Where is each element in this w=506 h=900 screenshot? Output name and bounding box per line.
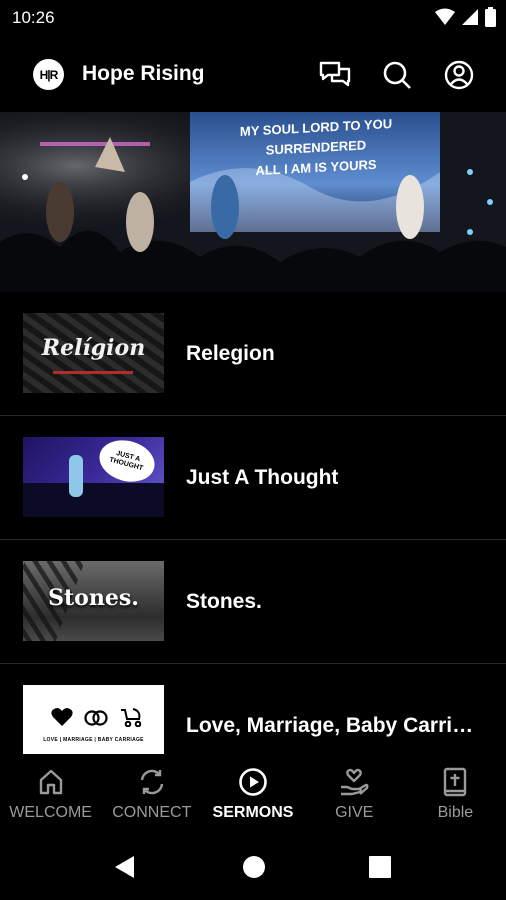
sermon-item[interactable]: Relígion Relegion xyxy=(0,292,506,416)
nav-bible[interactable]: Bible xyxy=(405,754,506,836)
home-icon xyxy=(35,766,67,798)
sermon-title: Love, Marriage, Baby Carri… xyxy=(186,713,474,737)
sermon-title: Relegion xyxy=(186,341,275,365)
app-title: Hope Rising xyxy=(82,62,205,85)
sermon-thumbnail: Stones. xyxy=(23,561,164,641)
rings-icon xyxy=(83,708,109,731)
nav-label: CONNECT xyxy=(112,804,192,821)
sermon-list: Relígion Relegion JUST A THOUGHT Just A … xyxy=(0,292,506,754)
sync-icon xyxy=(136,766,168,798)
nav-label: GIVE xyxy=(335,804,374,821)
app-logo[interactable]: H|R xyxy=(33,59,64,90)
sermon-item[interactable]: JUST A THOUGHT Just A Thought xyxy=(0,416,506,540)
app-bar: H|R Hope Rising xyxy=(0,36,506,112)
status-icons xyxy=(435,7,496,32)
nav-connect[interactable]: CONNECT xyxy=(101,754,202,836)
chat-icon[interactable] xyxy=(318,58,352,92)
hand-heart-icon xyxy=(338,766,370,798)
heart-icon xyxy=(51,707,73,732)
wifi-icon xyxy=(435,8,455,31)
sermon-thumbnail: JUST A THOUGHT xyxy=(23,437,164,517)
nav-welcome[interactable]: WELCOME xyxy=(0,754,101,836)
sermon-title: Just A Thought xyxy=(186,465,339,489)
sermon-thumbnail: Relígion xyxy=(23,313,164,393)
battery-icon xyxy=(485,7,496,32)
sermon-thumbnail-text: LOVE | MARRIAGE | BABY CARRIAGE xyxy=(43,737,144,743)
nav-label: SERMONS xyxy=(212,804,294,821)
account-icon[interactable] xyxy=(442,58,476,92)
home-circle-icon[interactable] xyxy=(242,855,266,884)
baby-carriage-icon xyxy=(119,707,143,732)
sermon-item[interactable]: LOVE | MARRIAGE | BABY CARRIAGE Love, Ma… xyxy=(0,664,506,754)
nav-label: WELCOME xyxy=(9,804,92,821)
sermon-item[interactable]: Stones. Stones. xyxy=(0,540,506,664)
status-bar: 10:26 xyxy=(0,0,506,36)
play-circle-icon xyxy=(237,766,269,798)
hero-lyrics: MY SOUL LORD TO YOU SURRENDERED ALL I AM… xyxy=(200,112,432,184)
bible-icon xyxy=(439,766,471,798)
sermon-thumbnail-text: Stones. xyxy=(48,585,139,611)
sermon-thumbnail-text: Relígion xyxy=(41,335,146,361)
nav-sermons[interactable]: SERMONS xyxy=(202,754,303,836)
sermon-thumbnail: LOVE | MARRIAGE | BABY CARRIAGE xyxy=(23,685,164,754)
signal-icon xyxy=(461,8,479,31)
search-icon[interactable] xyxy=(380,58,414,92)
recents-icon[interactable] xyxy=(369,856,391,883)
sermon-thumbnail-text: JUST A THOUGHT xyxy=(94,437,160,488)
nav-label: Bible xyxy=(437,804,474,821)
system-navigation-bar xyxy=(0,836,506,900)
nav-give[interactable]: GIVE xyxy=(304,754,405,836)
back-icon[interactable] xyxy=(114,855,136,884)
bottom-navigation: WELCOME CONNECT SERMONS GIVE Bible xyxy=(0,754,506,836)
sermon-title: Stones. xyxy=(186,589,262,613)
hero-banner[interactable]: MY SOUL LORD TO YOU SURRENDERED ALL I AM… xyxy=(0,112,506,292)
status-time: 10:26 xyxy=(12,8,55,27)
app-bar-actions xyxy=(318,58,476,92)
